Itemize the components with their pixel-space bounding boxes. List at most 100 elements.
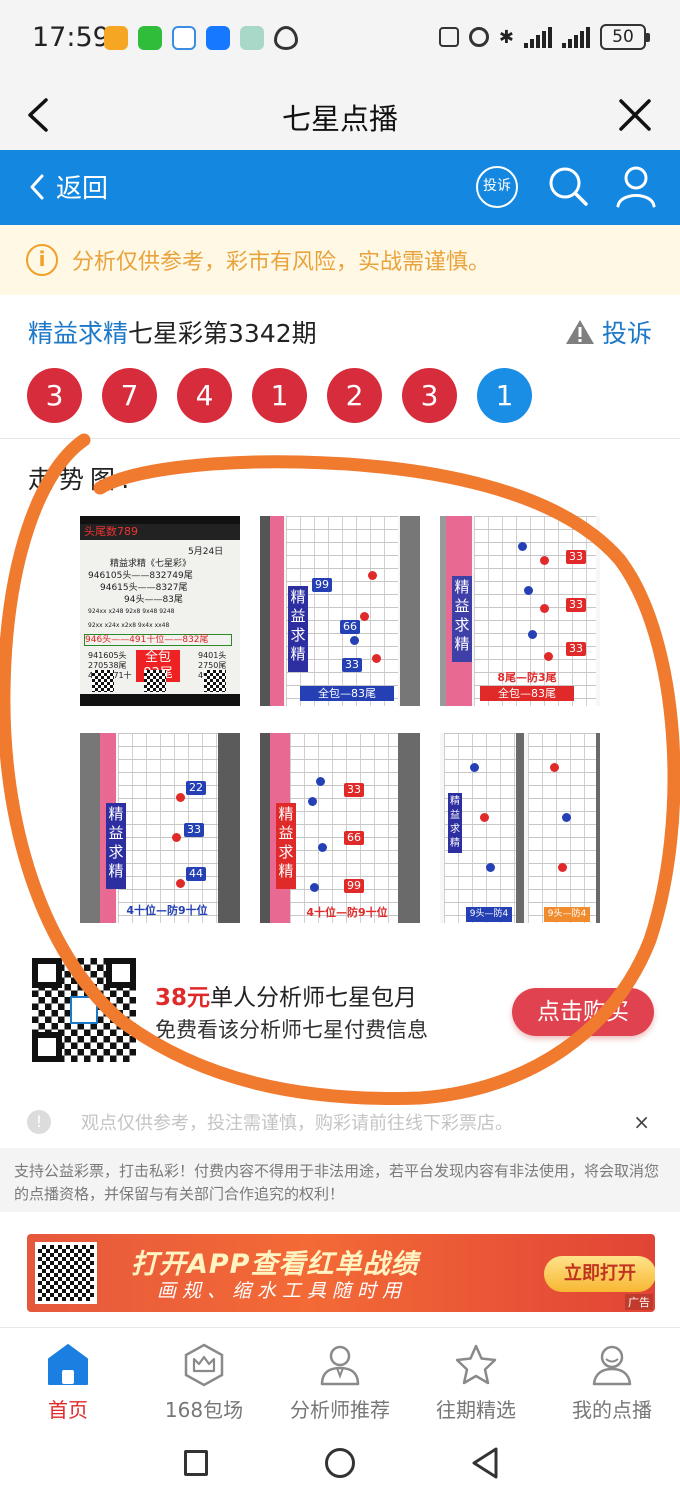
number-ball: 3: [27, 368, 82, 423]
status-right: ✱ 50: [438, 24, 650, 50]
buy-button[interactable]: 点击购买: [512, 988, 654, 1036]
nfc-icon: [438, 27, 459, 47]
qr-code: [144, 670, 166, 692]
chart-footer: 4十位—防9十位: [306, 906, 388, 919]
home-icon: [48, 1344, 88, 1385]
chart-vertical-label: 精益求精: [288, 586, 308, 672]
close-icon[interactable]: ×: [633, 1110, 650, 1134]
tab-past-picks[interactable]: 往期精选: [408, 1328, 544, 1427]
close-icon[interactable]: [616, 96, 654, 134]
chart-dot: [318, 843, 327, 852]
author-link[interactable]: 精益求精: [28, 319, 128, 348]
chart-side: [516, 733, 524, 923]
tab-label: 分析师推荐: [290, 1398, 390, 1422]
bottom-tab-bar: 首页 168包场 分析师推荐 往期精选 我的点播: [0, 1327, 680, 1427]
chart-dot: [470, 763, 479, 772]
promo-title-text: 单人分析师七星包月: [210, 985, 418, 1011]
system-navigation-bar: [0, 1428, 680, 1500]
star-icon: [455, 1344, 497, 1385]
risk-warning-text: 分析仅供参考，彩市有风险，实战需谨慎。: [72, 250, 491, 275]
qr-logo: [70, 996, 98, 1024]
chart-dot: [308, 797, 317, 806]
chart-tag: 33: [566, 550, 586, 564]
chart-tag: 33: [184, 823, 204, 837]
signal-icon-2: [562, 26, 590, 48]
issue-title: 七星彩第3342期: [128, 319, 317, 348]
notification-icons: [104, 26, 298, 50]
issue-heading: 精益求精七星彩第3342期: [28, 314, 317, 350]
trend-chart-image-5[interactable]: 精益求精 33 66 99 4十位—防9十位: [260, 733, 420, 923]
signal-icon-1: [524, 26, 552, 48]
chart-footer: 全包—83尾: [480, 686, 574, 701]
app-icon: [240, 26, 264, 50]
chart-tag: 33: [342, 658, 362, 672]
chart-grid: [290, 733, 398, 923]
chart-side: [596, 733, 600, 923]
chart-grid: [528, 733, 596, 923]
chart-dot: [480, 813, 489, 822]
back-button[interactable]: 返回: [28, 168, 108, 205]
number-ball: 2: [327, 368, 382, 423]
open-app-button[interactable]: 立即打开: [544, 1256, 655, 1292]
chart-tag: 33: [566, 642, 586, 656]
analyst-icon: [320, 1345, 360, 1386]
chart-dot: [372, 654, 381, 663]
special-number-ball: 1: [477, 368, 532, 423]
chart-line: 94头——83尾: [124, 595, 183, 605]
chart-header-text: 头尾数789: [84, 525, 138, 538]
tab-label: 首页: [48, 1398, 88, 1422]
chart-header: 头尾数789: [80, 524, 240, 540]
trend-chart-image-3[interactable]: 精益求精 33 33 33 8尾—防3尾 全包—83尾: [440, 516, 600, 706]
chart-dot: [176, 793, 185, 802]
screen: 17:59 ✱ 50 七星点播 返回 投诉 i 分析仅供参考，彩市有风险，实战需…: [0, 0, 680, 1500]
chart-tag: 66: [340, 620, 360, 634]
home-button[interactable]: [325, 1448, 355, 1478]
alarm-icon: [468, 27, 489, 47]
app-notification-icon: [104, 26, 128, 50]
chart-vertical-label: 精益求精: [106, 803, 126, 889]
chart-dot: [172, 833, 181, 842]
chart-tag: 44: [186, 867, 206, 881]
chart-side: [260, 733, 270, 923]
tab-label: 我的点播: [572, 1398, 652, 1422]
chart-footer: 4十位—防9十位: [126, 904, 208, 917]
user-icon[interactable]: [614, 164, 658, 208]
tab-analyst[interactable]: 分析师推荐: [272, 1328, 408, 1427]
trend-chart-image-1[interactable]: 头尾数789 5月24日 精益求精《七星彩》 946105头——832749尾 …: [80, 516, 240, 706]
back-button-system[interactable]: [470, 1446, 500, 1480]
trend-chart-image-6[interactable]: 精益求精 9头—防4头 9头—防4头: [440, 733, 600, 923]
tab-home[interactable]: 首页: [0, 1328, 136, 1427]
chart-dot: [360, 612, 369, 621]
app-download-banner[interactable]: 打开APP查看红单战绩 画规、缩水工具随时用 立即打开 广告: [27, 1234, 655, 1312]
profile-icon: [592, 1345, 632, 1386]
chart-vertical-label: 精益求精: [276, 803, 296, 889]
chart-side-stripe: [270, 516, 284, 706]
recents-button[interactable]: [184, 1450, 208, 1476]
qr-eye: [106, 958, 136, 988]
chart-dot: [350, 636, 359, 645]
number-ball: 4: [177, 368, 232, 423]
search-icon[interactable]: [546, 164, 590, 208]
cloud-icon: [172, 26, 196, 50]
risk-warning-banner: i 分析仅供参考，彩市有风险，实战需谨慎。: [0, 225, 680, 295]
chart-vertical-label: 精益求精: [448, 793, 462, 853]
chart-highlight-line: 946头——491十位——832尾: [84, 634, 232, 646]
chart-dot: [176, 879, 185, 888]
trend-chart-image-2[interactable]: 精益求精 99 66 33 全包—83尾: [260, 516, 420, 706]
chart-dot: [562, 813, 571, 822]
notice-text: 观点仅供参考，投注需谨慎，购彩请前往线下彩票店。: [81, 1113, 513, 1134]
tab-my-picks[interactable]: 我的点播: [544, 1328, 680, 1427]
chart-dot: [524, 586, 533, 595]
chart-dot: [316, 777, 325, 786]
number-ball: 7: [102, 368, 157, 423]
complain-button[interactable]: 投诉: [564, 314, 652, 350]
trend-chart-image-4[interactable]: 精益求精 22 33 44 4十位—防9十位: [80, 733, 240, 923]
report-button[interactable]: 投诉: [476, 166, 518, 208]
status-time: 17:59: [32, 22, 110, 53]
trend-label: 走势图:: [28, 465, 136, 494]
tab-168[interactable]: 168包场: [136, 1328, 272, 1427]
banner-qr-code: [35, 1242, 97, 1304]
eye-icon: [274, 26, 298, 50]
chart-vertical-label: 精益求精: [452, 576, 472, 662]
chart-side: [398, 733, 420, 923]
